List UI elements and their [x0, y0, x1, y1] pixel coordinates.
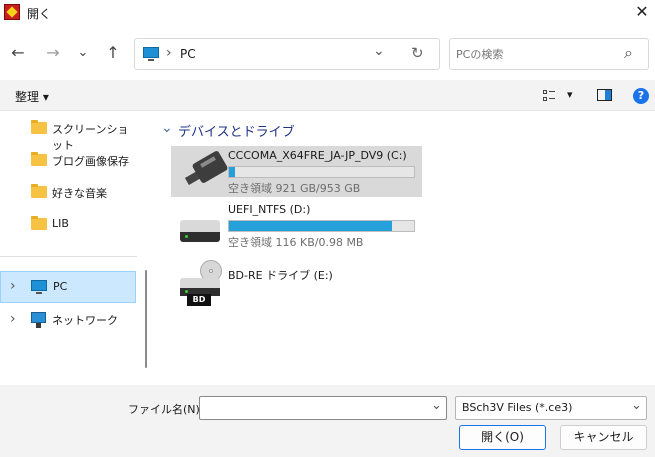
up-icon[interactable]: ↑ — [102, 42, 124, 64]
folder-icon — [31, 184, 47, 198]
search-box[interactable]: ⌕ — [449, 38, 649, 70]
chevron-down-icon[interactable]: ⌄ — [631, 398, 642, 413]
view-icon[interactable] — [543, 90, 555, 102]
folder-icon — [31, 152, 47, 166]
title-bar — [0, 0, 655, 25]
view-dropdown-icon[interactable]: ▾ — [567, 88, 573, 101]
capacity-bar-fill — [229, 167, 235, 177]
refresh-icon[interactable]: ↻ — [411, 44, 424, 62]
window-title: 開く — [27, 7, 52, 21]
network-icon — [31, 312, 46, 323]
usb-drive-icon — [180, 149, 229, 192]
sidebar-item-label: ブログ画像保存 — [52, 155, 129, 168]
group-chevron-icon[interactable]: ⌄ — [161, 120, 173, 136]
filename-label: ファイル名(N): — [128, 403, 204, 416]
address-bar[interactable]: › PC ⌄ ↻ — [134, 38, 440, 70]
breadcrumb-separator: › — [166, 45, 172, 61]
drive-free-space: 空き領域 116 KB/0.98 MB — [228, 236, 364, 249]
drive-name: BD-RE ドライブ (E:) — [228, 269, 333, 282]
group-title[interactable]: デバイスとドライブ — [178, 121, 295, 140]
sidebar-item-label: 好きな音楽 — [52, 187, 107, 200]
close-icon[interactable]: ✕ — [630, 1, 654, 23]
file-type-select[interactable]: BSch3V Files (*.ce3) ⌄ — [455, 396, 647, 420]
app-icon — [4, 4, 20, 20]
sidebar-item-screenshots[interactable]: スクリーンショット — [0, 116, 137, 152]
sidebar-divider — [0, 256, 137, 257]
open-button[interactable]: 開く(O) — [459, 425, 546, 450]
organize-menu[interactable]: 整理 ▾ — [15, 88, 49, 105]
help-icon[interactable]: ? — [633, 88, 649, 104]
sidebar-item-favorite-music[interactable]: 好きな音楽 — [0, 180, 137, 204]
sidebar-item-label: LIB — [52, 217, 69, 230]
cancel-button[interactable]: キャンセル — [560, 425, 647, 450]
chevron-down-icon[interactable]: ⌄ — [431, 398, 442, 413]
pc-icon — [143, 47, 159, 58]
recent-locations-icon[interactable]: ⌄ — [72, 42, 94, 64]
drive-c[interactable]: CCCOMA_X64FRE_JA-JP_DV9 (C:) 空き領域 921 GB… — [171, 146, 422, 197]
expand-chevron-icon[interactable]: › — [10, 311, 16, 327]
preview-pane-icon[interactable] — [597, 89, 612, 101]
expand-chevron-icon[interactable]: › — [10, 278, 16, 294]
sidebar-item-label: PC — [53, 280, 68, 293]
folder-icon — [31, 120, 47, 134]
filename-combobox[interactable]: ⌄ — [199, 396, 447, 420]
capacity-bar-fill — [229, 221, 392, 231]
toolbar — [0, 80, 655, 111]
bd-badge: BD — [187, 294, 211, 306]
sidebar-scrollbar[interactable] — [145, 270, 147, 368]
chevron-down-icon[interactable]: ⌄ — [373, 43, 385, 59]
monitor-stand — [36, 292, 42, 294]
bd-drive-icon: BD — [180, 260, 222, 306]
sidebar-item-pc[interactable]: › PC — [0, 271, 136, 303]
filename-input[interactable] — [204, 400, 424, 416]
drive-free-space: 空き領域 921 GB/953 GB — [228, 182, 361, 195]
back-icon[interactable]: ← — [7, 42, 29, 64]
drive-name: UEFI_NTFS (D:) — [228, 203, 311, 216]
search-icon[interactable]: ⌕ — [624, 43, 633, 63]
monitor-stand — [148, 59, 154, 61]
hard-drive-icon — [180, 212, 220, 244]
folder-icon — [31, 216, 47, 230]
drive-d[interactable]: UEFI_NTFS (D:) 空き領域 116 KB/0.98 MB — [171, 200, 422, 251]
pc-icon — [31, 280, 47, 291]
network-node — [36, 323, 41, 328]
sidebar-item-network[interactable]: › ネットワーク — [0, 307, 137, 333]
capacity-bar — [228, 220, 415, 232]
file-type-value: BSch3V Files (*.ce3) — [462, 401, 573, 414]
breadcrumb-pc[interactable]: PC — [180, 47, 196, 61]
search-input[interactable] — [456, 45, 616, 63]
drive-e[interactable]: BD BD-RE ドライブ (E:) — [171, 256, 422, 306]
sidebar-item-lib[interactable]: LIB — [0, 212, 137, 236]
capacity-bar — [228, 166, 415, 178]
sidebar-item-blog-images[interactable]: ブログ画像保存 — [0, 148, 137, 172]
forward-icon[interactable]: → — [42, 42, 64, 64]
drive-name: CCCOMA_X64FRE_JA-JP_DV9 (C:) — [228, 149, 407, 162]
sidebar-item-label: ネットワーク — [52, 314, 118, 327]
